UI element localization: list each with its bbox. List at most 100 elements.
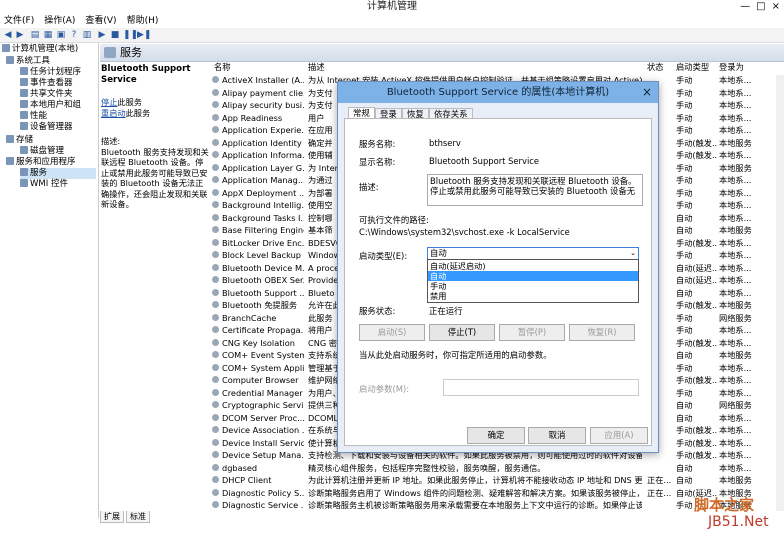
service-name: Bluetooth 免提服务 <box>212 299 304 312</box>
service-startup: 手动 <box>676 312 693 323</box>
storage-icon <box>6 135 14 143</box>
start-params-label: 启动参数(M): <box>359 384 410 394</box>
resume-button[interactable]: 恢复(R) <box>569 324 635 341</box>
apply-button[interactable]: 应用(A) <box>590 427 648 444</box>
service-name: Application Layer G... <box>212 162 304 175</box>
startup-option-delayed[interactable]: 自动(延迟启动) <box>428 261 638 271</box>
service-name: Application Manag... <box>212 174 304 187</box>
cancel-button[interactable]: 取消 <box>528 427 586 444</box>
computer-icon <box>2 44 10 52</box>
tree-item-wmi[interactable]: WMI 控件 <box>20 179 68 190</box>
tree-item-local-users[interactable]: 本地用户和组 <box>20 100 81 111</box>
tree-item-disk-management[interactable]: 磁盘管理 <box>20 146 64 157</box>
export-list-icon[interactable]: ▣ <box>56 30 66 40</box>
window-title: 计算机管理 <box>0 0 784 14</box>
service-gear-icon <box>212 213 219 221</box>
help-icon[interactable]: ? <box>69 30 79 40</box>
service-gear-icon <box>212 176 219 183</box>
service-name: dgbased <box>212 462 304 475</box>
service-name: Application Informa... <box>212 149 304 162</box>
pause-button[interactable]: 暂停(P) <box>499 324 565 341</box>
service-startup: 自动 <box>676 475 693 485</box>
service-desc: 诊断策略服务启用了 Windows 组件的问题检测、疑难解答和解决方案。如果该服… <box>308 487 642 498</box>
up-folder-icon[interactable]: ▤ <box>30 30 40 40</box>
menu-help[interactable]: 帮助(H) <box>127 14 159 28</box>
restart-service-link[interactable]: 重启动 <box>101 108 126 118</box>
stop-service-link[interactable]: 停止 <box>101 97 117 107</box>
startup-option-auto[interactable]: 自动 <box>428 271 638 281</box>
tree-item-task-scheduler[interactable]: 任务计划程序 <box>20 67 81 78</box>
service-name: Device Association ... <box>212 424 304 437</box>
service-logon: 本地系... <box>719 275 752 285</box>
disk-icon <box>20 146 28 154</box>
tree-item-performance[interactable]: 性能 <box>20 111 47 122</box>
service-startup: 手动 <box>676 112 693 123</box>
show-tree-icon[interactable]: ▦ <box>43 30 53 40</box>
users-icon <box>20 100 28 108</box>
service-name: Bluetooth Device M... <box>212 262 304 275</box>
tree-item-device-manager[interactable]: 设备管理器 <box>20 122 73 133</box>
stop-service-icon[interactable]: ■ <box>110 30 120 40</box>
start-button[interactable]: 启动(S) <box>359 324 425 341</box>
service-row[interactable]: dgbased 精灵核心组件服务，包括程序完整性校验，服务唤醒，服务通信。 自动 本地… <box>212 462 784 475</box>
tree-item-services[interactable]: 服务 <box>20 168 96 179</box>
service-gear-icon <box>212 451 219 458</box>
menu-file[interactable]: 文件(F) <box>4 14 34 28</box>
tree-item-services-apps[interactable]: 服务和应用程序 <box>6 157 76 168</box>
service-name: Computer Browser <box>212 374 304 387</box>
startup-option-manual[interactable]: 手动 <box>428 281 638 291</box>
service-logon: 本地系... <box>719 325 752 335</box>
service-gear-icon <box>212 313 219 321</box>
tree-item-storage[interactable]: 存储 <box>6 135 33 146</box>
menu-view[interactable]: 查看(V) <box>85 14 116 28</box>
tab-extended[interactable]: 扩展 <box>100 511 124 523</box>
performance-icon <box>20 111 28 119</box>
service-name: Device Install Service <box>212 437 304 450</box>
startup-type-label: 启动类型(E): <box>359 251 408 261</box>
service-startup: 手动(触发... <box>676 237 718 248</box>
stop-button[interactable]: 停止(T) <box>429 324 495 341</box>
display-name-label: 显示名称: <box>359 157 396 167</box>
service-desc: 诊断策略服务主机被诊断策略服务用来承载需要在本地服务上下文中运行的诊断。如果停止… <box>308 500 642 510</box>
back-icon[interactable]: ◀ <box>3 30 13 40</box>
close-button[interactable]: × <box>772 0 780 14</box>
restart-service-icon[interactable]: ▶❚ <box>137 30 151 40</box>
service-gear-icon <box>212 151 219 158</box>
service-logon: 本地系... <box>719 187 752 198</box>
service-name: App Readiness <box>212 112 304 125</box>
description-text: Bluetooth 服务支持发现和关联远程 Bluetooth 设备。停止或禁用… <box>101 146 209 210</box>
service-name: Application Experie... <box>212 124 304 137</box>
service-gear-icon <box>212 251 219 258</box>
service-logon: 本地系... <box>719 100 752 110</box>
service-name-label: 服务名称: <box>359 139 396 149</box>
properties-icon[interactable]: ▥ <box>82 30 92 40</box>
forward-icon[interactable]: ▶ <box>15 30 25 40</box>
service-name: Cryptographic Servi... <box>212 399 304 412</box>
tree-item-computer-management[interactable]: 计算机管理(本地) <box>2 44 78 55</box>
ok-button[interactable]: 确定 <box>467 427 525 444</box>
startup-option-disabled[interactable]: 禁用 <box>428 291 638 301</box>
tab-standard[interactable]: 标准 <box>126 511 150 523</box>
service-row[interactable]: DHCP Client 为此计算机注册并更新 IP 地址。如果此服务停止，计算机将… <box>212 474 784 487</box>
service-gear-icon <box>212 476 219 483</box>
menu-action[interactable]: 操作(A) <box>44 14 75 28</box>
start-params-input[interactable] <box>443 379 639 396</box>
tree-item-system-tools[interactable]: 系统工具 <box>6 56 50 67</box>
maximize-button[interactable]: □ <box>756 0 765 14</box>
service-name: BranchCache <box>212 312 304 325</box>
minimize-button[interactable]: — <box>740 0 750 14</box>
service-name: Bluetooth Support ... <box>212 287 304 300</box>
service-name: BitLocker Drive Enc... <box>212 237 304 250</box>
scrollbar[interactable] <box>776 75 784 511</box>
dialog-close-button[interactable]: × <box>642 82 652 103</box>
start-params-hint: 当从此处启动服务时，你可指定所适用的启动参数。 <box>359 350 552 360</box>
chevron-down-icon: ⌄ <box>630 249 636 257</box>
description-field[interactable]: Bluetooth 服务支持发现和关联远程 Bluetooth 设备。 停止或禁… <box>427 174 643 206</box>
tree-item-event-viewer[interactable]: 事件查看器 <box>20 78 73 89</box>
service-startup: 手动 <box>676 200 693 210</box>
tree-item-shared-folders[interactable]: 共享文件夹 <box>20 89 73 100</box>
start-service-icon[interactable]: ▶ <box>97 30 107 40</box>
service-name: Bluetooth OBEX Ser... <box>212 274 304 287</box>
service-startup: 手动 <box>676 100 693 110</box>
pause-service-icon[interactable]: ❚❚ <box>123 30 138 40</box>
